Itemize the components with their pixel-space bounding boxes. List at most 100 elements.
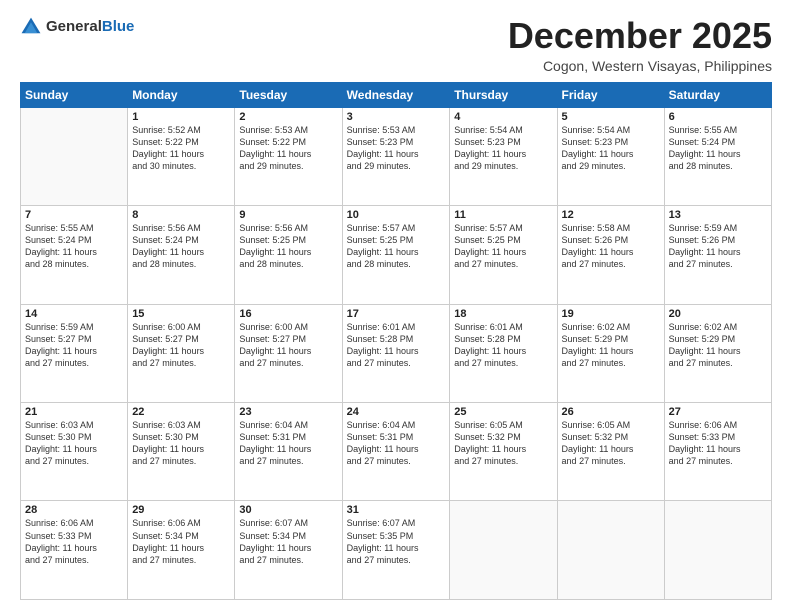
month-title: December 2025 [508,16,772,56]
col-header-thursday: Thursday [450,82,557,107]
day-number: 27 [669,406,767,418]
logo-blue: Blue [102,18,135,35]
calendar-cell [664,501,771,600]
cell-content: Sunrise: 5:58 AM Sunset: 5:26 PM Dayligh… [562,222,660,271]
calendar-cell: 8Sunrise: 5:56 AM Sunset: 5:24 PM Daylig… [128,206,235,304]
day-number: 12 [562,209,660,221]
calendar-cell: 27Sunrise: 6:06 AM Sunset: 5:33 PM Dayli… [664,403,771,501]
calendar-cell: 30Sunrise: 6:07 AM Sunset: 5:34 PM Dayli… [235,501,342,600]
col-header-wednesday: Wednesday [342,82,450,107]
cell-content: Sunrise: 6:06 AM Sunset: 5:33 PM Dayligh… [669,419,767,468]
calendar-week-row: 1Sunrise: 5:52 AM Sunset: 5:22 PM Daylig… [21,107,772,205]
calendar-week-row: 7Sunrise: 5:55 AM Sunset: 5:24 PM Daylig… [21,206,772,304]
col-header-saturday: Saturday [664,82,771,107]
day-number: 13 [669,209,767,221]
calendar-cell: 22Sunrise: 6:03 AM Sunset: 5:30 PM Dayli… [128,403,235,501]
cell-content: Sunrise: 5:57 AM Sunset: 5:25 PM Dayligh… [454,222,552,271]
calendar-cell: 9Sunrise: 5:56 AM Sunset: 5:25 PM Daylig… [235,206,342,304]
calendar-cell: 23Sunrise: 6:04 AM Sunset: 5:31 PM Dayli… [235,403,342,501]
cell-content: Sunrise: 5:53 AM Sunset: 5:23 PM Dayligh… [347,124,446,173]
calendar-header-row: SundayMondayTuesdayWednesdayThursdayFrid… [21,82,772,107]
day-number: 19 [562,308,660,320]
header: GeneralBlue December 2025 Cogon, Western… [20,16,772,74]
cell-content: Sunrise: 6:05 AM Sunset: 5:32 PM Dayligh… [454,419,552,468]
logo: GeneralBlue [20,16,134,38]
calendar-cell: 20Sunrise: 6:02 AM Sunset: 5:29 PM Dayli… [664,304,771,402]
day-number: 21 [25,406,123,418]
calendar-cell [450,501,557,600]
calendar-week-row: 28Sunrise: 6:06 AM Sunset: 5:33 PM Dayli… [21,501,772,600]
location: Cogon, Western Visayas, Philippines [508,58,772,74]
calendar-cell: 19Sunrise: 6:02 AM Sunset: 5:29 PM Dayli… [557,304,664,402]
cell-content: Sunrise: 6:07 AM Sunset: 5:34 PM Dayligh… [239,517,337,566]
cell-content: Sunrise: 5:53 AM Sunset: 5:22 PM Dayligh… [239,124,337,173]
day-number: 30 [239,504,337,516]
col-header-sunday: Sunday [21,82,128,107]
calendar-cell: 28Sunrise: 6:06 AM Sunset: 5:33 PM Dayli… [21,501,128,600]
calendar-cell: 21Sunrise: 6:03 AM Sunset: 5:30 PM Dayli… [21,403,128,501]
cell-content: Sunrise: 6:04 AM Sunset: 5:31 PM Dayligh… [239,419,337,468]
cell-content: Sunrise: 6:04 AM Sunset: 5:31 PM Dayligh… [347,419,446,468]
cell-content: Sunrise: 6:02 AM Sunset: 5:29 PM Dayligh… [669,321,767,370]
col-header-tuesday: Tuesday [235,82,342,107]
calendar-cell: 7Sunrise: 5:55 AM Sunset: 5:24 PM Daylig… [21,206,128,304]
day-number: 9 [239,209,337,221]
cell-content: Sunrise: 6:05 AM Sunset: 5:32 PM Dayligh… [562,419,660,468]
calendar-cell: 1Sunrise: 5:52 AM Sunset: 5:22 PM Daylig… [128,107,235,205]
cell-content: Sunrise: 6:06 AM Sunset: 5:34 PM Dayligh… [132,517,230,566]
calendar-table: SundayMondayTuesdayWednesdayThursdayFrid… [20,82,772,600]
cell-content: Sunrise: 6:01 AM Sunset: 5:28 PM Dayligh… [454,321,552,370]
day-number: 22 [132,406,230,418]
calendar-cell: 4Sunrise: 5:54 AM Sunset: 5:23 PM Daylig… [450,107,557,205]
day-number: 3 [347,111,446,123]
calendar-cell: 6Sunrise: 5:55 AM Sunset: 5:24 PM Daylig… [664,107,771,205]
calendar-cell [557,501,664,600]
day-number: 20 [669,308,767,320]
day-number: 31 [347,504,446,516]
cell-content: Sunrise: 5:57 AM Sunset: 5:25 PM Dayligh… [347,222,446,271]
day-number: 16 [239,308,337,320]
cell-content: Sunrise: 5:56 AM Sunset: 5:24 PM Dayligh… [132,222,230,271]
day-number: 2 [239,111,337,123]
day-number: 1 [132,111,230,123]
calendar-cell: 25Sunrise: 6:05 AM Sunset: 5:32 PM Dayli… [450,403,557,501]
cell-content: Sunrise: 5:52 AM Sunset: 5:22 PM Dayligh… [132,124,230,173]
title-block: December 2025 Cogon, Western Visayas, Ph… [508,16,772,74]
day-number: 15 [132,308,230,320]
logo-icon [20,16,42,38]
day-number: 11 [454,209,552,221]
cell-content: Sunrise: 6:03 AM Sunset: 5:30 PM Dayligh… [132,419,230,468]
calendar-cell: 26Sunrise: 6:05 AM Sunset: 5:32 PM Dayli… [557,403,664,501]
day-number: 4 [454,111,552,123]
calendar-cell: 2Sunrise: 5:53 AM Sunset: 5:22 PM Daylig… [235,107,342,205]
day-number: 5 [562,111,660,123]
calendar-cell: 31Sunrise: 6:07 AM Sunset: 5:35 PM Dayli… [342,501,450,600]
logo-text: GeneralBlue [46,18,134,36]
calendar-cell: 5Sunrise: 5:54 AM Sunset: 5:23 PM Daylig… [557,107,664,205]
col-header-monday: Monday [128,82,235,107]
day-number: 24 [347,406,446,418]
cell-content: Sunrise: 6:02 AM Sunset: 5:29 PM Dayligh… [562,321,660,370]
day-number: 29 [132,504,230,516]
day-number: 6 [669,111,767,123]
calendar-cell: 16Sunrise: 6:00 AM Sunset: 5:27 PM Dayli… [235,304,342,402]
day-number: 14 [25,308,123,320]
col-header-friday: Friday [557,82,664,107]
cell-content: Sunrise: 5:59 AM Sunset: 5:27 PM Dayligh… [25,321,123,370]
day-number: 26 [562,406,660,418]
calendar-cell [21,107,128,205]
calendar-cell: 15Sunrise: 6:00 AM Sunset: 5:27 PM Dayli… [128,304,235,402]
calendar-cell: 17Sunrise: 6:01 AM Sunset: 5:28 PM Dayli… [342,304,450,402]
calendar-cell: 11Sunrise: 5:57 AM Sunset: 5:25 PM Dayli… [450,206,557,304]
calendar-cell: 10Sunrise: 5:57 AM Sunset: 5:25 PM Dayli… [342,206,450,304]
cell-content: Sunrise: 6:03 AM Sunset: 5:30 PM Dayligh… [25,419,123,468]
cell-content: Sunrise: 6:00 AM Sunset: 5:27 PM Dayligh… [239,321,337,370]
cell-content: Sunrise: 5:55 AM Sunset: 5:24 PM Dayligh… [25,222,123,271]
calendar-cell: 12Sunrise: 5:58 AM Sunset: 5:26 PM Dayli… [557,206,664,304]
cell-content: Sunrise: 6:06 AM Sunset: 5:33 PM Dayligh… [25,517,123,566]
cell-content: Sunrise: 5:54 AM Sunset: 5:23 PM Dayligh… [454,124,552,173]
calendar-cell: 3Sunrise: 5:53 AM Sunset: 5:23 PM Daylig… [342,107,450,205]
calendar-cell: 24Sunrise: 6:04 AM Sunset: 5:31 PM Dayli… [342,403,450,501]
cell-content: Sunrise: 6:01 AM Sunset: 5:28 PM Dayligh… [347,321,446,370]
day-number: 25 [454,406,552,418]
